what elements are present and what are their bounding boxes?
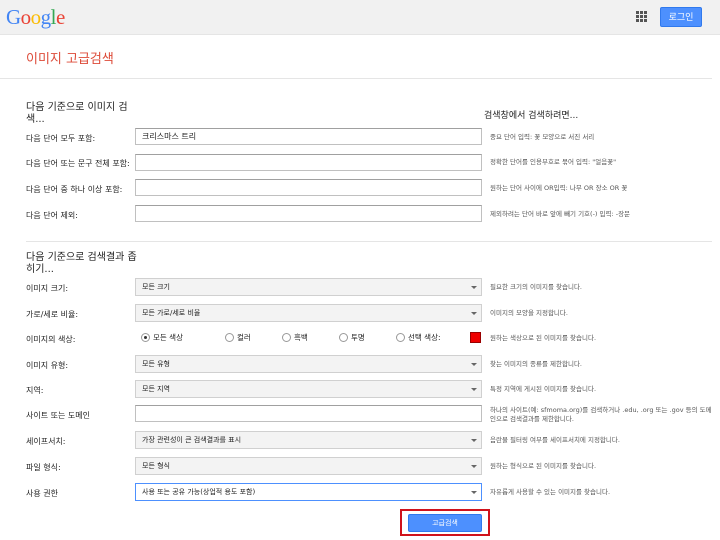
apps-grid-icon[interactable]: [636, 11, 648, 23]
image-size-hint: 필요한 크기의 이미지를 찾습니다.: [490, 283, 582, 291]
advanced-search-button[interactable]: 고급검색: [408, 514, 482, 532]
chevron-down-icon: [471, 388, 477, 391]
signin-button[interactable]: 로그인: [660, 7, 702, 27]
type-select[interactable]: 모든 유형: [135, 355, 482, 373]
site-hint: 하나의 사이트(예: sfmoma.org)를 검색하거나 .edu, .org…: [490, 406, 712, 423]
aspect-hint: 이미지의 모양을 지정합니다.: [490, 309, 568, 317]
color-swatch[interactable]: [470, 332, 481, 343]
region-hint: 특정 지역에 게시된 이미지를 찾습니다.: [490, 385, 597, 393]
logo-letter: g: [40, 5, 52, 29]
aspect-value: 모든 가로/세로 비율: [142, 309, 201, 317]
safesearch-label: 세이프서치:: [26, 437, 66, 446]
none-words-input[interactable]: [135, 205, 482, 222]
any-words-label: 다음 단어 중 하나 이상 포함:: [26, 185, 123, 194]
none-words-label: 다음 단어 제외:: [26, 211, 78, 220]
page-title: 이미지 고급검색: [26, 52, 114, 67]
logo-letter: G: [6, 5, 21, 29]
chevron-down-icon: [471, 312, 477, 315]
chevron-down-icon: [471, 465, 477, 468]
radio-label: 모든 색상: [153, 333, 183, 342]
exact-phrase-input[interactable]: [135, 154, 482, 171]
rights-label: 사용 권한: [26, 489, 58, 498]
all-words-hint: 중요 단어 입력: 꽃 모양으로 서진 서리: [490, 133, 595, 141]
filetype-value: 모든 형식: [142, 462, 170, 470]
color-hint: 원하는 색상으로 된 이미지를 찾습니다.: [490, 334, 597, 342]
any-words-hint: 원하는 단어 사이에 OR입력: 나무 OR 장소 OR 꽃: [490, 184, 628, 192]
google-logo[interactable]: Google: [6, 5, 65, 29]
chevron-down-icon: [471, 363, 477, 366]
region-label: 지역:: [26, 386, 44, 395]
logo-letter: e: [56, 5, 65, 29]
image-size-value: 모든 크기: [142, 283, 170, 291]
section1-title: 다음 기준으로 이미지 검색...: [26, 102, 128, 125]
radio-label: 흑백: [294, 333, 308, 342]
region-select[interactable]: 모든 지역: [135, 380, 482, 398]
chevron-down-icon: [471, 286, 477, 289]
all-words-label: 다음 단어 모두 포함:: [26, 134, 96, 143]
exact-phrase-hint: 정확한 단어를 인용부호로 묶어 입력: "얼음꽃": [490, 158, 617, 166]
region-value: 모든 지역: [142, 385, 170, 393]
chevron-down-icon: [471, 491, 477, 494]
site-label: 사이트 또는 도메인: [26, 411, 90, 420]
radio-transparent[interactable]: [339, 333, 348, 342]
none-words-hint: 제외하려는 단어 바로 앞에 빼기 기호(-) 입력: -장문: [490, 210, 631, 218]
top-bar: Google 로그인: [0, 0, 720, 35]
safesearch-hint: 음란물 필터링 여부를 세이프서치에 지정합니다.: [490, 436, 620, 444]
aspect-label: 가로/세로 비율:: [26, 310, 79, 319]
rights-select[interactable]: 사용 또는 공유 가능(상업적 용도 포함): [135, 483, 482, 501]
radio-any-color[interactable]: [141, 333, 150, 342]
safesearch-select[interactable]: 가장 관련성이 큰 검색결과를 표시: [135, 431, 482, 449]
radio-full-color[interactable]: [225, 333, 234, 342]
rights-value: 사용 또는 공유 가능(상업적 용도 포함): [142, 488, 256, 496]
any-words-input[interactable]: [135, 179, 482, 196]
filetype-label: 파일 형식:: [26, 463, 61, 472]
type-hint: 찾는 이미지의 종류를 제한합니다.: [490, 360, 582, 368]
filetype-hint: 원하는 형식으로 된 이미지를 찾습니다.: [490, 462, 597, 470]
color-radio-group: 모든 색상 컬러 흑백 투명 선택 색상:: [135, 331, 485, 345]
aspect-select[interactable]: 모든 가로/세로 비율: [135, 304, 482, 322]
site-input[interactable]: [135, 405, 482, 422]
chevron-down-icon: [471, 439, 477, 442]
radio-specific-color[interactable]: [396, 333, 405, 342]
radio-label: 선택 색상:: [408, 333, 441, 342]
type-value: 모든 유형: [142, 360, 170, 368]
safesearch-value: 가장 관련성이 큰 검색결과를 표시: [142, 436, 242, 444]
filetype-select[interactable]: 모든 형식: [135, 457, 482, 475]
divider: [26, 241, 712, 242]
rights-hint: 자유롭게 사용할 수 있는 이미지를 찾습니다.: [490, 488, 611, 496]
radio-label: 컬러: [237, 333, 251, 342]
logo-letter: o: [20, 5, 32, 29]
right-heading: 검색창에서 검색하려면...: [484, 111, 579, 121]
image-size-select[interactable]: 모든 크기: [135, 278, 482, 296]
exact-phrase-label: 다음 단어 또는 문구 전체 포함:: [26, 159, 130, 168]
all-words-input[interactable]: 크리스마스 트리: [135, 128, 482, 145]
type-label: 이미지 유형:: [26, 361, 69, 370]
radio-label: 투명: [351, 333, 365, 342]
logo-letter: o: [30, 5, 42, 29]
radio-black-white[interactable]: [282, 333, 291, 342]
color-label: 이미지의 색상:: [26, 335, 76, 344]
divider: [0, 78, 712, 79]
section2-title: 다음 기준으로 검색결과 좁히기...: [26, 252, 137, 275]
image-size-label: 이미지 크기:: [26, 284, 69, 293]
